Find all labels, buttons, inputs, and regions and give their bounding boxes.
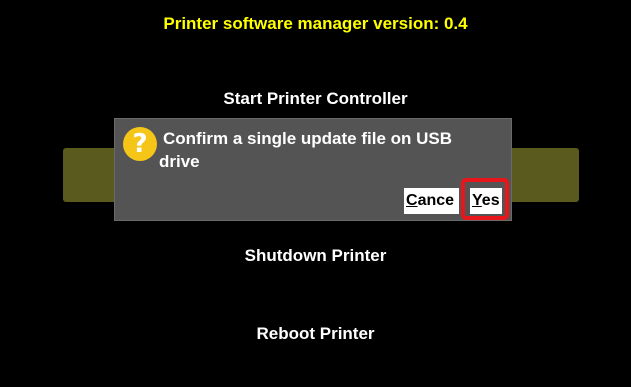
shutdown-printer-button[interactable]: Shutdown Printer	[0, 246, 631, 266]
page-title: Printer software manager version: 0.4	[163, 14, 468, 33]
reboot-printer-button[interactable]: Reboot Printer	[0, 324, 631, 344]
cancel-mnemonic: C	[406, 192, 418, 209]
dialog-message-line2: drive	[159, 152, 200, 171]
dialog-message: Confirm a single update file on USB driv…	[159, 127, 503, 173]
start-printer-controller-button[interactable]: Start Printer Controller	[0, 89, 631, 109]
confirm-dialog: ? Confirm a single update file on USB dr…	[114, 118, 512, 221]
dialog-message-line1: Confirm a single update file on USB	[163, 129, 453, 148]
cancel-button[interactable]: Cance	[404, 188, 459, 214]
yes-label-rest: es	[481, 192, 500, 209]
yes-button[interactable]: Yes	[470, 188, 502, 214]
cancel-label-rest: ance	[417, 192, 455, 209]
question-icon: ?	[123, 127, 157, 161]
printer-manager-screen: Printer software manager version: 0.4 St…	[0, 0, 631, 387]
yes-mnemonic: Y	[472, 192, 482, 209]
